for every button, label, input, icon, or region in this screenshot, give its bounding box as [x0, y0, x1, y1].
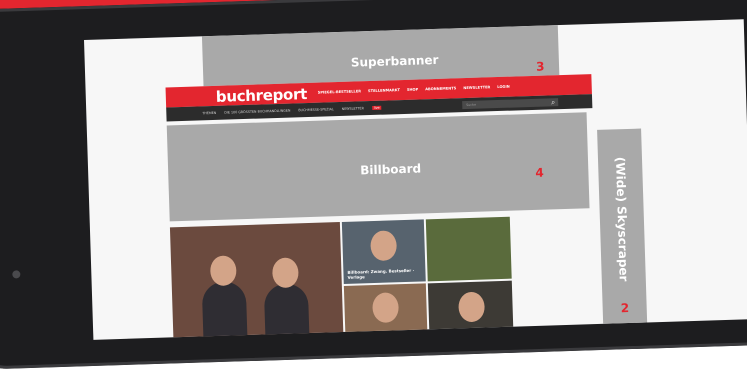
nav-item-bestseller[interactable]: SPIEGEL-BESTSELLER [318, 89, 361, 94]
person-silhouette [263, 283, 310, 340]
article-photo-2[interactable]: Billboard: Zwang. Bestseller · Verlage [341, 219, 426, 284]
nav-item-stellenmarkt[interactable]: STELLENMARKT [368, 88, 400, 93]
article-photo-grid: Billboard: Zwang. Bestseller · Verlage [169, 216, 514, 340]
subnav-item-themen[interactable]: THEMEN [202, 111, 216, 115]
person-silhouette [201, 281, 248, 340]
person-face [271, 257, 299, 289]
person-face [458, 291, 486, 323]
subnav-item-buchmesse[interactable]: BUCHMESSE-SPEZIAL [298, 107, 333, 112]
superbanner-label: Superbanner [350, 52, 439, 70]
skyscraper-label: (Wide) Skyscraper [612, 156, 631, 282]
hero-photo[interactable] [169, 222, 344, 340]
photo2-caption: Billboard: Zwang. Bestseller · Verlage [347, 267, 415, 280]
subnav-item-top100[interactable]: DIE 100 GRÖSSTEN BUCHHANDLUNGEN [224, 109, 290, 115]
nav-item-newsletter[interactable]: NEWSLETTER [463, 85, 490, 90]
billboard-ad-slot[interactable]: Billboard 4 [166, 112, 590, 222]
subnav-item-newsletter[interactable]: NEWSLETTER [342, 106, 364, 111]
camera-icon [12, 270, 21, 279]
search-placeholder: Suche [466, 102, 477, 108]
billboard-number: 4 [535, 165, 544, 180]
nav-item-shop[interactable]: SHOP [407, 88, 418, 92]
person-face [209, 255, 237, 287]
billboard-label: Billboard [360, 161, 422, 178]
tablet-screen: Superbanner 3 buchreport SPIEGEL-BESTSEL… [84, 19, 747, 340]
nav-item-login[interactable]: LOGIN [497, 85, 510, 89]
article-photo-3[interactable] [425, 216, 512, 282]
skyscraper-ad-slot[interactable]: (Wide) Skyscraper 2 [597, 128, 649, 340]
search-icon[interactable]: ⌕ [551, 98, 555, 106]
skyscraper-number: 2 [620, 301, 630, 316]
sub-nav: THEMEN DIE 100 GRÖSSTEN BUCHHANDLUNGEN B… [202, 105, 382, 115]
person-face [372, 292, 400, 324]
person-face [370, 230, 398, 262]
live-badge[interactable]: live [371, 105, 382, 110]
superbanner-number: 3 [535, 59, 545, 74]
main-nav: SPIEGEL-BESTSELLER STELLENMARKT SHOP ABO… [318, 85, 510, 95]
search-input[interactable]: Suche [462, 98, 559, 110]
nav-item-abonnements[interactable]: ABONNEMENTS [425, 86, 456, 91]
